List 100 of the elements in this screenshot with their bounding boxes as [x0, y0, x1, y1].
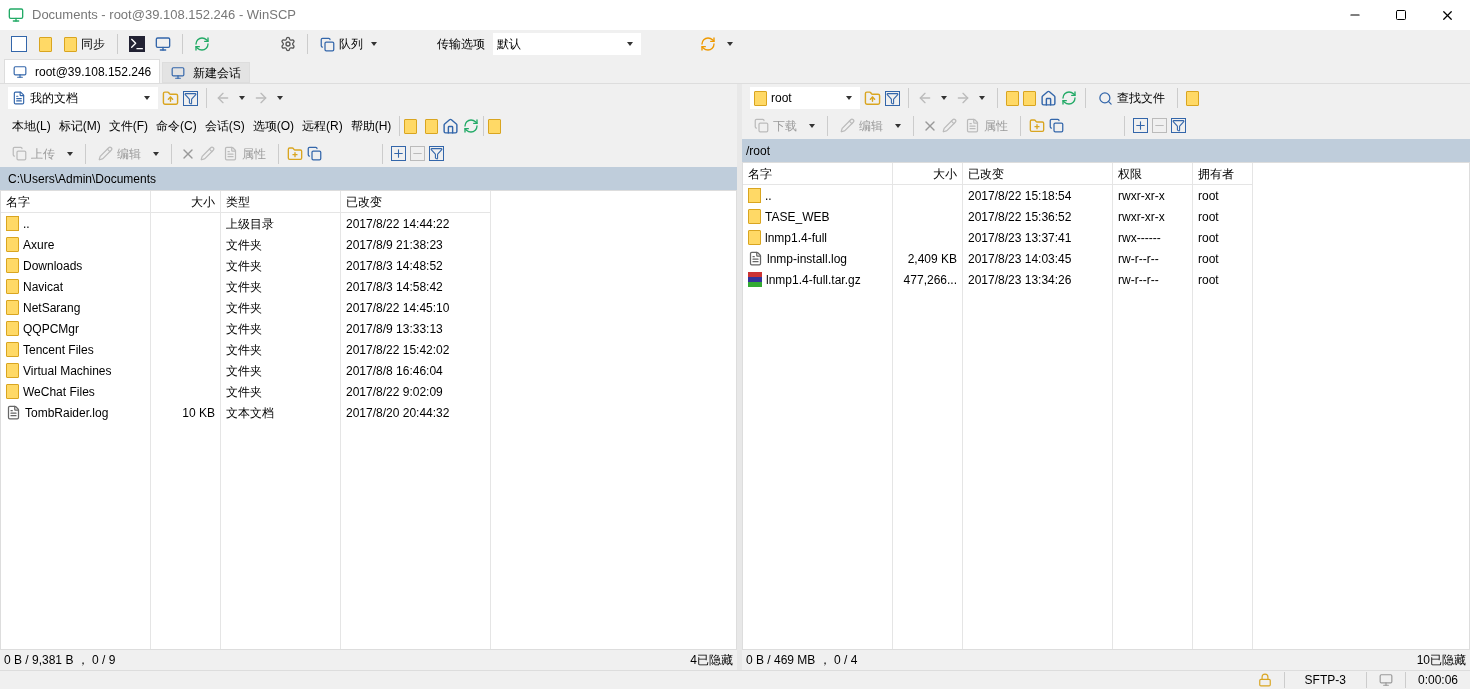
caret-icon — [727, 42, 733, 46]
column-header[interactable]: 名字 — [1, 191, 150, 213]
table-cell-text: Navicat — [23, 278, 63, 296]
table-cell-text: root — [1198, 187, 1219, 205]
file-icon — [6, 405, 21, 420]
monitor-icon — [13, 64, 27, 79]
folder-icon — [64, 36, 77, 52]
transfer-settings-label: 传输选项 — [436, 36, 486, 53]
table-cell-text: Tencent Files — [23, 341, 94, 359]
refresh-icon[interactable] — [463, 118, 480, 134]
caret-icon — [67, 151, 73, 156]
menu-item[interactable]: 帮助(H) — [346, 117, 396, 135]
sync-button[interactable]: 同步 — [60, 35, 109, 53]
refresh-icon[interactable] — [1061, 90, 1077, 106]
caret-icon — [809, 123, 815, 128]
caret-icon — [846, 96, 852, 100]
table-cell-text: 2017/8/22 14:44:22 — [346, 215, 450, 233]
table-cell-text: 2017/8/22 9:02:09 — [346, 383, 443, 401]
column-header[interactable]: 权限 — [1113, 163, 1192, 185]
column-header[interactable]: 大小 — [151, 191, 220, 213]
location-dropdown[interactable]: root — [750, 87, 860, 109]
menu-item[interactable]: 标记(M) — [54, 117, 105, 135]
table-cell-text: Downloads — [23, 257, 83, 275]
folder-icon — [754, 90, 767, 106]
folder-icon — [6, 237, 19, 252]
maximize-icon — [1395, 9, 1407, 21]
table-cell-text: TombRaider.log — [25, 404, 109, 422]
elapsed-time: 0:00:06 — [1416, 672, 1459, 689]
back-icon[interactable] — [215, 90, 231, 106]
table-cell-text: 文件夹 — [226, 341, 262, 359]
menu-item[interactable]: 选项(O) — [248, 117, 298, 135]
find-files-button[interactable]: 查找文件 — [1094, 89, 1169, 107]
caret-icon — [941, 96, 947, 100]
column-header[interactable]: 已改变 — [963, 163, 1112, 185]
menu-item[interactable]: 会话(S) — [200, 117, 249, 135]
menu-item[interactable]: 远程(R) — [298, 117, 347, 135]
forward-icon[interactable] — [253, 90, 269, 106]
filter-icon[interactable] — [885, 90, 900, 106]
home-icon[interactable] — [442, 117, 460, 135]
table-cell-text: NetSarang — [23, 299, 81, 317]
expand-icon[interactable] — [391, 146, 406, 161]
queue-button[interactable]: 队列 — [316, 35, 385, 53]
table-cell-text: rwxr-xr-x — [1118, 187, 1165, 205]
selection-status: 0 B / 469 MB ， 0 / 4 — [746, 652, 858, 669]
column-header[interactable]: 类型 — [221, 191, 340, 213]
pencil-icon — [98, 146, 113, 161]
terminal-button[interactable] — [126, 33, 148, 55]
table-cell-text: root — [1198, 208, 1219, 226]
caret-icon — [277, 96, 283, 100]
path-text: /root — [746, 142, 770, 160]
refresh-icon — [194, 36, 210, 52]
table-cell-text: rw-r--r-- — [1118, 271, 1159, 289]
table-cell-text: 文件夹 — [226, 257, 262, 275]
transfer-settings-dropdown[interactable]: 默认 — [493, 33, 641, 55]
hidden-count: 10已隐藏 — [1416, 652, 1466, 669]
folder-icon — [6, 363, 19, 378]
monitor-icon — [171, 65, 186, 80]
column-header[interactable]: 拥有者 — [1193, 163, 1252, 185]
table-cell-text: root — [1198, 250, 1219, 268]
table-cell-text: root — [1198, 229, 1219, 247]
expand-icon[interactable] — [1133, 118, 1148, 133]
caret-icon — [153, 151, 159, 156]
filter-icon[interactable] — [183, 90, 198, 106]
session-tab[interactable]: root@39.108.152.246 — [4, 59, 161, 83]
column-header[interactable]: 名字 — [743, 163, 892, 185]
archive-icon — [748, 272, 762, 287]
caret-icon — [895, 123, 901, 128]
column-header[interactable]: 已改变 — [341, 191, 490, 213]
column-header[interactable]: 大小 — [893, 163, 962, 185]
filter-icon[interactable] — [1171, 118, 1186, 133]
table-cell-text: TASE_WEB — [765, 208, 830, 226]
protocol-status: SFTP-3 — [1303, 672, 1347, 689]
menu-item[interactable]: 本地(L) — [8, 117, 55, 135]
table-cell-text: 文件夹 — [226, 299, 262, 317]
table-cell-text: 文本文档 — [226, 404, 274, 422]
folder-icon — [748, 209, 761, 224]
table-cell-text: 2017/8/23 14:03:45 — [968, 250, 1072, 268]
table-cell-text: 上级目录 — [226, 215, 274, 233]
lock-icon — [1257, 673, 1272, 687]
folder-icon — [748, 230, 761, 245]
table-cell-text: 2017/8/23 13:37:41 — [968, 229, 1072, 247]
settings-icon — [280, 36, 296, 52]
location-dropdown[interactable]: 我的文档 — [8, 87, 158, 109]
menu-item[interactable]: 命令(C) — [152, 117, 201, 135]
folder-icon — [6, 300, 19, 315]
session-tab[interactable]: 新建会话 — [162, 62, 251, 83]
table-cell-text: 2,409 KB — [907, 250, 957, 268]
filter-icon[interactable] — [429, 146, 444, 161]
table-cell-text: Axure — [23, 236, 55, 254]
back-icon[interactable] — [917, 90, 933, 106]
table-cell-text: 2017/8/8 16:46:04 — [346, 362, 443, 380]
table-cell-text: 10 KB — [182, 404, 215, 422]
caret-icon — [239, 96, 245, 100]
table-cell-text: 文件夹 — [226, 236, 262, 254]
forward-icon[interactable] — [955, 90, 971, 106]
menu-item[interactable]: 文件(F) — [104, 117, 152, 135]
table-cell-text: 2017/8/20 20:44:32 — [346, 404, 450, 422]
home-icon[interactable] — [1040, 89, 1057, 107]
folder-icon — [6, 384, 19, 399]
table-cell-text: rwx------ — [1118, 229, 1161, 247]
